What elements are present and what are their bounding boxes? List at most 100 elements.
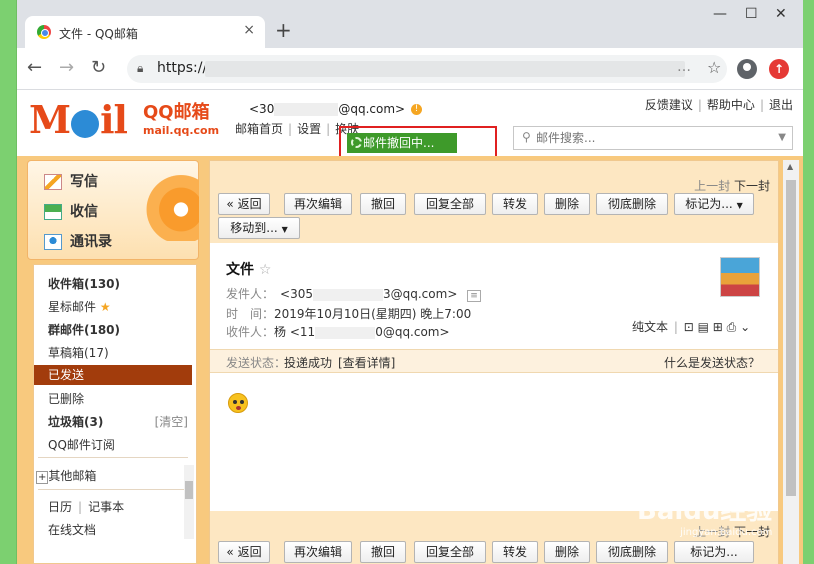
search-dropdown-icon[interactable]: ▼: [778, 132, 786, 143]
logo-bell-icon: [71, 109, 100, 138]
forward-button[interactable]: 转发: [492, 193, 538, 215]
scroll-thumb[interactable]: [786, 180, 796, 496]
search-icon: ⚲: [522, 130, 531, 144]
forward-button[interactable]: 转发: [492, 541, 538, 563]
profile-avatar-icon[interactable]: [737, 59, 757, 79]
top-links: 反馈建议 | 帮助中心 | 退出: [644, 98, 793, 112]
receive-button[interactable]: 收信: [44, 201, 98, 221]
calendar-notes: 日历 | 记事本: [48, 500, 125, 514]
page-scrollbar[interactable]: ▲: [783, 160, 799, 564]
settings-link[interactable]: 设置: [297, 122, 321, 136]
tab-close-icon[interactable]: ×: [243, 22, 255, 38]
send-status-bar: 发送状态： 投递成功 [查看详情] 什么是发送状态？: [210, 349, 778, 373]
browser-toolbar: ← → ↻ 🔒︎ https:// … ☆ ↑: [17, 48, 803, 90]
star-icon: ★: [99, 300, 111, 314]
clear-spam-link[interactable]: [清空]: [155, 413, 188, 430]
contacts-button[interactable]: 通讯录: [44, 231, 112, 251]
receive-icon: [44, 204, 62, 220]
what-is-status-link[interactable]: 什么是发送状态？: [664, 354, 760, 371]
recipient-redacted: [315, 326, 376, 339]
browser-favicon-icon: [37, 25, 51, 39]
divider: [38, 489, 188, 490]
folder-deleted[interactable]: 已删除: [48, 390, 84, 407]
delete-button[interactable]: 删除: [544, 541, 590, 563]
new-tab-button[interactable]: +: [275, 20, 292, 40]
source-icon[interactable]: ▤: [698, 320, 709, 334]
forward-icon[interactable]: →: [59, 58, 74, 78]
contacts-icon: [44, 234, 62, 250]
quick-actions: 写信 收信 通讯录: [27, 160, 199, 260]
view-details-link[interactable]: [查看详情]: [338, 354, 395, 371]
tab-title: 文件 - QQ邮箱: [59, 27, 138, 41]
maximize-button[interactable]: ☐: [745, 6, 758, 22]
url-ellipsis: …: [677, 59, 691, 75]
prev-message-link[interactable]: 上一封: [694, 179, 730, 193]
account-redacted: [274, 103, 339, 116]
contact-card-icon[interactable]: ≡: [467, 290, 481, 302]
re-edit-button[interactable]: 再次编辑: [284, 541, 352, 563]
folder-group[interactable]: 群邮件(180): [48, 321, 120, 338]
baidu-watermark: Baidu经验 jingyan.baidu.com: [637, 496, 773, 538]
logout-link[interactable]: 退出: [769, 98, 793, 112]
reply-all-button[interactable]: 回复全部: [414, 541, 486, 563]
reply-all-button[interactable]: 回复全部: [414, 193, 486, 215]
folder-drafts[interactable]: 草稿箱(17): [48, 344, 109, 361]
search-input[interactable]: [536, 129, 766, 147]
tab-strip: 文件 - QQ邮箱 × + — ☐ ✕: [17, 0, 803, 48]
back-button[interactable]: « 返回: [218, 541, 270, 563]
folder-subscriptions[interactable]: QQ邮件订阅: [48, 436, 115, 453]
mark-as-dropdown[interactable]: 标记为...: [674, 541, 754, 563]
folder-sent[interactable]: 已发送: [34, 365, 192, 385]
other-mailboxes[interactable]: + 其他邮箱: [36, 467, 96, 484]
recall-button[interactable]: 撤回: [360, 193, 406, 215]
calendar-link[interactable]: 日历: [48, 500, 72, 514]
move-to-dropdown[interactable]: 移动到... ▼: [218, 217, 300, 239]
back-button[interactable]: « 返回: [218, 193, 270, 215]
folder-scrollbar[interactable]: [184, 465, 194, 539]
brand-url: mail.qq.com: [143, 124, 220, 137]
new-window-icon[interactable]: ⊡: [684, 320, 694, 334]
expand-icon[interactable]: +: [36, 471, 49, 484]
next-message-link[interactable]: 下一封: [734, 179, 770, 193]
time-row: 时 间：2019年10月10日(星期四) 晚上7:00: [226, 307, 472, 321]
folder-spam[interactable]: 垃圾箱(3): [48, 413, 103, 430]
star-outline-icon[interactable]: ☆: [259, 262, 272, 278]
recall-status-toast: 邮件撤回中...: [347, 133, 457, 153]
folder-inbox[interactable]: 收件箱(130): [48, 275, 120, 292]
print-icon[interactable]: ⎙: [727, 320, 737, 334]
scroll-up-icon[interactable]: ▲: [787, 162, 793, 171]
download-icon[interactable]: ⊞: [713, 320, 723, 334]
mail-search[interactable]: ⚲ ▼: [513, 126, 793, 150]
mark-as-dropdown[interactable]: 标记为... ▼: [674, 193, 754, 215]
left-panel: 写信 收信 通讯录 收件箱(130) 星标邮件 ★ 群邮件(180) 草稿箱(1…: [27, 160, 199, 564]
chevron-down-icon: ▼: [736, 201, 743, 210]
warning-icon[interactable]: !: [411, 104, 423, 115]
browser-tab[interactable]: 文件 - QQ邮箱 ×: [25, 16, 265, 48]
back-icon[interactable]: ←: [27, 58, 42, 78]
url-redacted: [205, 61, 685, 77]
help-link[interactable]: 帮助中心: [707, 98, 755, 112]
extension-icon[interactable]: ↑: [769, 59, 789, 79]
minimize-button[interactable]: —: [713, 6, 727, 22]
folder-starred[interactable]: 星标邮件 ★: [48, 298, 111, 315]
recall-button[interactable]: 撤回: [360, 541, 406, 563]
more-chevron-icon[interactable]: ⌄: [740, 320, 750, 334]
window-close-button[interactable]: ✕: [775, 6, 787, 22]
plain-text-link[interactable]: 纯文本: [632, 320, 668, 334]
compose-button[interactable]: 写信: [44, 171, 98, 191]
bookmark-star-icon[interactable]: ☆: [707, 58, 721, 77]
mailbox-home-link[interactable]: 邮箱首页: [235, 122, 283, 136]
notes-link[interactable]: 记事本: [88, 500, 124, 514]
delete-button[interactable]: 删除: [544, 193, 590, 215]
online-docs-link[interactable]: 在线文档: [48, 521, 96, 538]
chevron-down-icon: ▼: [281, 225, 288, 234]
feedback-link[interactable]: 反馈建议: [645, 98, 693, 112]
permanent-delete-button[interactable]: 彻底删除: [596, 541, 668, 563]
re-edit-button[interactable]: 再次编辑: [284, 193, 352, 215]
folder-list: 收件箱(130) 星标邮件 ★ 群邮件(180) 草稿箱(17) 已发送 已删除…: [33, 264, 197, 564]
mail-header: Mil QQ邮箱 mail.qq.com <30 @qq.com>! 邮箱首页 | 设…: [17, 90, 803, 186]
address-bar[interactable]: 🔒︎ https:// … ☆: [127, 55, 727, 83]
permanent-delete-button[interactable]: 彻底删除: [596, 193, 668, 215]
reload-icon[interactable]: ↻: [91, 58, 106, 78]
qqmail-logo[interactable]: Mil: [29, 100, 128, 140]
